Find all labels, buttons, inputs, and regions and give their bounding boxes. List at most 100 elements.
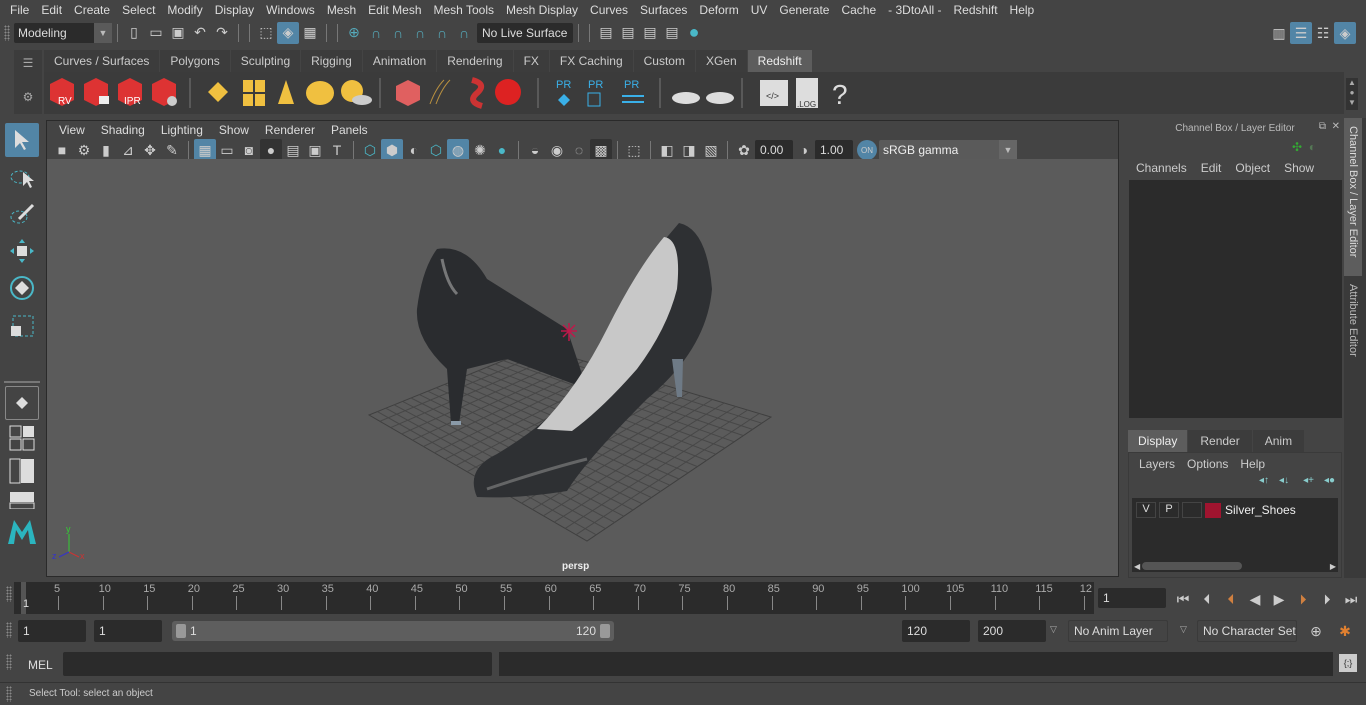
shelf-scrollbar[interactable]: ▲ ● ▼ <box>1346 78 1358 110</box>
3d-viewport[interactable]: y x z persp <box>47 159 1118 576</box>
side-tab-attribute-editor[interactable]: Attribute Editor <box>1344 276 1362 376</box>
move-layer-up-icon[interactable]: ◂↑ <box>1259 475 1269 493</box>
play-forwards-icon[interactable]: ▶ <box>1268 588 1290 610</box>
vp-menu-renderer[interactable]: Renderer <box>257 123 323 137</box>
mel-label[interactable]: MEL <box>28 658 53 672</box>
grip-handle[interactable] <box>6 654 12 670</box>
redo-icon[interactable]: ↷ <box>211 22 233 44</box>
menu-uv[interactable]: UV <box>745 3 774 17</box>
cb-menu-object[interactable]: Object <box>1235 161 1270 175</box>
tab-custom[interactable]: Custom <box>633 50 695 72</box>
cb-menu-show[interactable]: Show <box>1284 161 1314 175</box>
menu-edit[interactable]: Edit <box>35 3 68 17</box>
snap-curve-icon[interactable]: ∩ <box>365 22 387 44</box>
grip-handle[interactable] <box>6 622 12 638</box>
grip-handle[interactable] <box>6 586 12 602</box>
step-forward-key-icon[interactable]: ⏵ <box>1316 588 1338 610</box>
attribute-editor-toggle-icon[interactable]: ☰ <box>1290 22 1312 44</box>
current-frame-field[interactable]: 1 <box>1098 588 1166 608</box>
range-bar[interactable]: 1 120 <box>172 621 614 641</box>
rs-dome-light-icon[interactable] <box>306 81 334 105</box>
open-scene-icon[interactable]: ▭ <box>145 22 167 44</box>
scene-start-field[interactable]: 1 <box>18 620 86 642</box>
rs-portal-light-icon[interactable] <box>243 80 265 106</box>
anim-layer-dropdown[interactable]: No Anim Layer <box>1068 620 1168 642</box>
layer-display-type-toggle[interactable] <box>1182 502 1202 518</box>
move-layer-down-icon[interactable]: ◂↓ <box>1279 475 1289 493</box>
tab-rendering[interactable]: Rendering <box>437 50 513 72</box>
layer-color-swatch[interactable] <box>1205 502 1221 518</box>
step-back-key-icon[interactable]: ⏴ <box>1196 588 1218 610</box>
menu-generate[interactable]: Generate <box>773 3 835 17</box>
tab-display[interactable]: Display <box>1128 430 1188 452</box>
chevron-down-icon[interactable]: ▽ <box>1050 624 1057 635</box>
hypershade-icon[interactable]: ● <box>683 22 705 44</box>
menu-windows[interactable]: Windows <box>260 3 321 17</box>
wireframe-icon[interactable]: ⬡ <box>359 139 381 161</box>
menu-3dtoall[interactable]: - 3DtoAll - <box>882 3 947 17</box>
rs-hair-icon[interactable] <box>429 79 451 105</box>
new-scene-icon[interactable]: ▯ <box>123 22 145 44</box>
snap-point-icon[interactable]: ∩ <box>387 22 409 44</box>
menu-help[interactable]: Help <box>1004 3 1041 17</box>
shelf-settings-icon[interactable]: ⚙ <box>14 90 42 104</box>
auto-key-icon[interactable]: ⊕ <box>1305 620 1327 642</box>
textured-icon[interactable]: ◍ <box>447 139 469 161</box>
color-space-dropdown[interactable]: sRGB gamma ▼ <box>879 140 1017 160</box>
shelf-menu-icon[interactable]: ☰ <box>14 56 42 70</box>
scroll-thumb[interactable] <box>1142 562 1243 570</box>
menu-mesh[interactable]: Mesh <box>321 3 362 17</box>
exposure-icon[interactable]: ✿ <box>733 139 755 161</box>
four-view-layout-icon[interactable] <box>5 423 39 453</box>
batch-render-icon[interactable] <box>84 78 109 106</box>
snap-view-plane-icon[interactable]: ∩ <box>409 22 431 44</box>
menu-display[interactable]: Display <box>209 3 260 17</box>
rs-volume-icon[interactable] <box>396 80 420 106</box>
tab-fx-caching[interactable]: FX Caching <box>549 50 633 72</box>
go-to-end-icon[interactable]: ⏭ <box>1340 588 1362 610</box>
render-settings-icon[interactable]: ▤ <box>661 22 683 44</box>
mode-dropdown[interactable]: Modeling ▼ <box>14 22 112 43</box>
modeling-toolkit-icon[interactable]: ▥ <box>1268 22 1290 44</box>
tool-settings-icon[interactable]: ☷ <box>1312 22 1334 44</box>
pr-export-icon[interactable]: PR <box>587 79 603 107</box>
range-start-handle[interactable] <box>176 624 186 638</box>
image-plane-icon[interactable]: ⊿ <box>117 139 139 161</box>
motion-blur-icon[interactable]: ◉ <box>546 139 568 161</box>
grip-handle[interactable] <box>4 24 10 41</box>
rs-spot-light-icon[interactable] <box>278 80 294 104</box>
character-set-dropdown[interactable]: No Character Set <box>1197 620 1297 642</box>
menu-mesh-display[interactable]: Mesh Display <box>500 3 584 17</box>
field-chart-icon[interactable]: ▤ <box>282 139 304 161</box>
vp-menu-shading[interactable]: Shading <box>93 123 153 137</box>
tab-xgen[interactable]: XGen <box>695 50 747 72</box>
snap-surface-icon[interactable]: ∩ <box>431 22 453 44</box>
vp-menu-lighting[interactable]: Lighting <box>153 123 211 137</box>
color-management-toggle[interactable]: ON <box>857 140 877 160</box>
tab-redshift[interactable]: Redshift <box>747 50 812 72</box>
step-back-frame-icon[interactable]: ⏴ <box>1220 588 1242 610</box>
tab-curves-surfaces[interactable]: Curves / Surfaces <box>44 50 160 72</box>
2d-pan-zoom-icon[interactable]: ✥ <box>139 139 161 161</box>
render-settings-icon[interactable] <box>152 78 177 106</box>
channel-box-toggle-icon[interactable]: ◈ <box>1334 22 1356 44</box>
layer-visibility-toggle[interactable]: V <box>1136 502 1156 518</box>
help-icon[interactable]: ? <box>832 79 848 110</box>
graph-layout-icon[interactable] <box>5 489 39 511</box>
layer-playback-toggle[interactable]: P <box>1159 502 1179 518</box>
xray-icon[interactable]: ◧ <box>656 139 678 161</box>
vp-menu-panels[interactable]: Panels <box>323 123 376 137</box>
menu-edit-mesh[interactable]: Edit Mesh <box>362 3 427 17</box>
grid-icon[interactable]: ▦ <box>194 139 216 161</box>
scale-tool-icon[interactable] <box>5 308 39 342</box>
go-to-start-icon[interactable]: ⏮ <box>1172 588 1194 610</box>
menu-mesh-tools[interactable]: Mesh Tools <box>428 3 500 17</box>
layer-menu-layers[interactable]: Layers <box>1139 457 1175 471</box>
menu-create[interactable]: Create <box>68 3 116 17</box>
snap-grid-icon[interactable]: ⊕ <box>343 22 365 44</box>
xray-joints-icon[interactable]: ◨ <box>678 139 700 161</box>
camera-icon[interactable]: ■ <box>51 139 73 161</box>
rs-sphere-icon[interactable] <box>495 79 521 105</box>
gamma-icon[interactable]: ◑ <box>793 139 815 161</box>
use-all-lights-icon[interactable]: ✺ <box>469 139 491 161</box>
